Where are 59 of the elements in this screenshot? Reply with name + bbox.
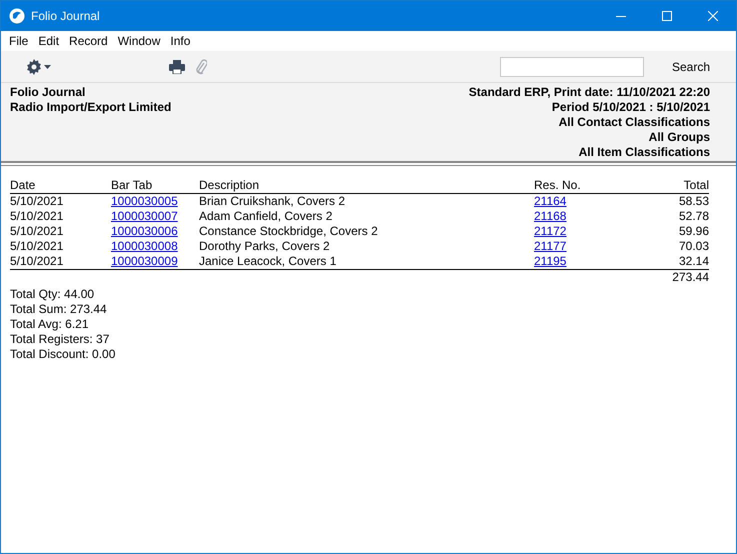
menu-item[interactable]: Record: [64, 34, 113, 48]
menu-item[interactable]: Edit: [33, 34, 64, 48]
bar-tab-link[interactable]: 1000030005: [111, 194, 178, 208]
search-field[interactable]: [500, 56, 644, 76]
window-title: Folio Journal: [31, 9, 101, 23]
menu-item[interactable]: Info: [165, 34, 196, 48]
description-cell-text: Constance Stockbridge, Covers 2: [199, 224, 379, 239]
total-cell-text: 32.14: [678, 254, 709, 269]
summary-line: Total Registers: 37: [10, 332, 110, 346]
description-cell-text: Adam Canfield, Covers 2: [199, 209, 334, 224]
date-cell-text: 5/10/2021: [10, 224, 64, 239]
bar-tab-link[interactable]: 1000030007: [111, 209, 178, 223]
report-header-text: All Contact Classifications: [558, 115, 710, 130]
column-header: Res. No.: [534, 178, 614, 194]
column-header: Bar Tab: [111, 178, 199, 194]
total-cell-text: 58.53: [678, 194, 709, 209]
reservation-link[interactable]: 21172: [534, 224, 566, 238]
app-logo-icon: [9, 8, 25, 24]
bar-tab-link[interactable]: 1000030006: [111, 224, 178, 238]
caret-icon: [44, 64, 51, 68]
date-cell-text: 5/10/2021: [10, 194, 64, 209]
column-header: Description: [199, 178, 534, 194]
print-icon[interactable]: [169, 60, 185, 74]
maximize-icon: [662, 11, 672, 21]
total-cell-text: 59.96: [678, 224, 709, 239]
column-header: Total: [614, 178, 709, 194]
description-cell-text: Dorothy Parks, Covers 2: [199, 239, 331, 254]
menu-item[interactable]: Window: [112, 34, 166, 48]
settings-button[interactable]: [26, 58, 51, 74]
report-header-text: Folio Journal: [10, 85, 86, 100]
summary-line: Total Discount: 0.00: [10, 347, 116, 361]
date-cell-text: 5/10/2021: [10, 209, 64, 224]
report-header-text: Radio Import/Export Limited: [10, 100, 172, 115]
summary-line: Total Avg: 6.21: [10, 317, 89, 331]
summary-line: Total Qty: 44.00: [10, 287, 94, 301]
column-header: Date: [10, 178, 111, 194]
date-cell-text: 5/10/2021: [10, 254, 64, 269]
report-header-text: All Groups: [648, 130, 710, 145]
report-header-text: All Item Classifications: [578, 145, 710, 160]
report-header-text: Period 5/10/2021 : 5/10/2021: [552, 100, 710, 115]
date-cell-text: 5/10/2021: [10, 239, 64, 254]
reservation-link[interactable]: 21168: [534, 209, 566, 223]
search-button[interactable]: Search: [668, 58, 714, 76]
reservation-link[interactable]: 21164: [534, 194, 566, 208]
total-cell-text: 52.78: [678, 209, 709, 224]
description-cell-text: Brian Cruikshank, Covers 2: [199, 194, 346, 209]
grand-total: 273.44: [672, 270, 709, 284]
summary-line: Total Sum: 273.44: [10, 302, 107, 316]
menu-item[interactable]: File: [4, 34, 34, 48]
total-cell-text: 70.03: [678, 239, 709, 254]
bar-tab-link[interactable]: 1000030009: [111, 254, 178, 268]
settings-icon: [26, 58, 42, 74]
bar-tab-link[interactable]: 1000030008: [111, 239, 178, 253]
reservation-link[interactable]: 21195: [534, 254, 566, 268]
report-header-text: Standard ERP, Print date: 11/10/2021 22:20: [468, 85, 710, 100]
description-cell-text: Janice Leacock, Covers 1: [199, 254, 338, 269]
reservation-link[interactable]: 21177: [534, 239, 566, 253]
close-icon: [708, 11, 718, 21]
paperclip-icon[interactable]: [195, 58, 207, 74]
